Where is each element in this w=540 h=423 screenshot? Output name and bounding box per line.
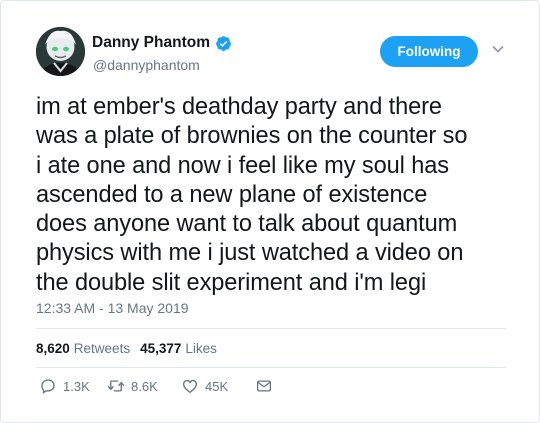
- like-count: 45K: [205, 378, 229, 394]
- chevron-down-icon[interactable]: [490, 41, 506, 57]
- likes-stat[interactable]: 45,377 Likes: [140, 341, 217, 356]
- retweet-count: 8.6K: [131, 378, 158, 394]
- like-button[interactable]: 45K: [181, 377, 253, 395]
- tweet-card: Danny Phantom @dannyphantom Following im…: [0, 0, 540, 423]
- heart-icon: [182, 379, 198, 394]
- reply-count: 1.3K: [63, 378, 90, 394]
- divider: [36, 328, 506, 329]
- envelope-icon: [256, 380, 272, 392]
- tweet-text: im at ember's deathday party and there w…: [36, 94, 468, 296]
- tweet-actions: 1.3K 8.6K 45K: [39, 377, 273, 395]
- user-handle[interactable]: @dannyphantom: [93, 57, 200, 73]
- verified-badge-icon: [216, 35, 231, 51]
- reply-button[interactable]: 1.3K: [39, 377, 99, 395]
- avatar-image: [36, 27, 85, 76]
- likes-label: Likes: [185, 341, 217, 356]
- retweets-stat[interactable]: 8,620 Retweets: [36, 341, 130, 356]
- retweets-label: Retweets: [73, 341, 131, 356]
- retweet-button[interactable]: 8.6K: [107, 377, 179, 395]
- tweet-stats: 8,620 Retweets 45,377 Likes: [36, 341, 217, 356]
- avatar[interactable]: [36, 27, 85, 76]
- divider: [36, 367, 506, 368]
- tweet-timestamp[interactable]: 12:33 AM - 13 May 2019: [36, 300, 189, 316]
- reply-icon: [41, 379, 55, 394]
- following-button[interactable]: Following: [380, 36, 478, 67]
- likes-count: 45,377: [140, 341, 182, 356]
- direct-message-button[interactable]: [255, 377, 273, 395]
- name-row: Danny Phantom: [92, 34, 232, 52]
- retweet-icon: [107, 380, 125, 392]
- retweets-count: 8,620: [36, 341, 70, 356]
- display-name[interactable]: Danny Phantom: [92, 34, 210, 52]
